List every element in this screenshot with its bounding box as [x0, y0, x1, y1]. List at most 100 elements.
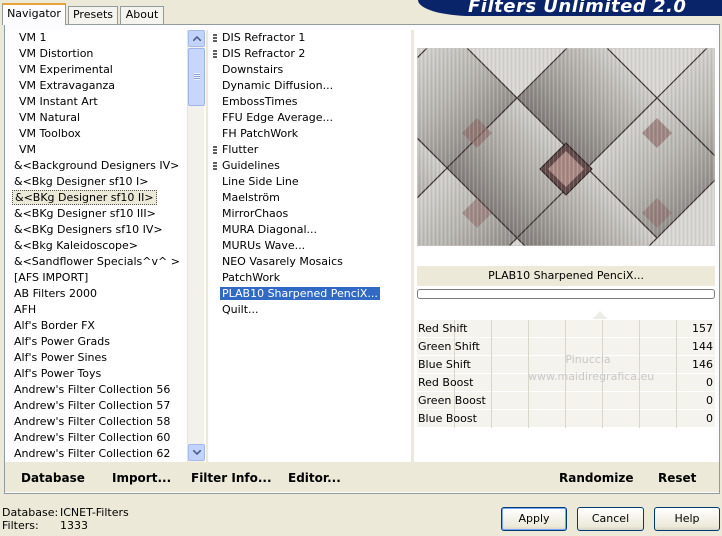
- filter-item[interactable]: FH PatchWork: [210, 126, 410, 142]
- category-item[interactable]: Alf's Power Sines: [10, 350, 186, 366]
- param-slider[interactable]: Red Shift 157: [417, 311, 715, 338]
- filter-label: NEO Vasarely Mosaics: [222, 255, 343, 268]
- category-item[interactable]: VM Extravaganza: [10, 78, 186, 94]
- category-item[interactable]: Alf's Power Toys: [10, 366, 186, 382]
- filter-label: Flutter: [222, 143, 259, 156]
- reset-button[interactable]: Reset: [658, 471, 696, 485]
- param-value: 144: [692, 340, 713, 353]
- filter-item[interactable]: Line Side Line: [210, 174, 410, 190]
- category-list[interactable]: VM 1 VM Distortion VM Experimental VM Extra…: [10, 30, 186, 462]
- filter-item[interactable]: FFU Edge Average...: [210, 110, 410, 126]
- filter-item[interactable]: Quilt...: [210, 302, 410, 318]
- tab-navigator[interactable]: Navigator: [2, 3, 66, 25]
- apply-button[interactable]: Apply: [501, 507, 567, 531]
- filter-item[interactable]: DIS Refractor 2: [210, 46, 410, 62]
- category-item[interactable]: VM 1: [10, 30, 186, 46]
- category-item[interactable]: VM Distortion: [10, 46, 186, 62]
- filter-item[interactable]: DIS Refractor 1: [210, 30, 410, 46]
- filter-marker-icon: [213, 146, 217, 155]
- param-value: 0: [706, 376, 713, 389]
- watermark-line2: www.maidiregrafica.eu: [528, 370, 655, 383]
- chevron-down-icon: [193, 450, 201, 455]
- param-label: Green Boost: [418, 394, 486, 407]
- category-label: [AFS IMPORT]: [14, 271, 89, 284]
- category-item[interactable]: VM Toolbox: [10, 126, 186, 142]
- category-item[interactable]: Alf's Border FX: [10, 318, 186, 334]
- filter-label: Line Side Line: [222, 175, 299, 188]
- category-item[interactable]: [AFS IMPORT]: [10, 270, 186, 286]
- filter-item[interactable]: MURUs Wave...: [210, 238, 410, 254]
- randomize-button[interactable]: Randomize: [559, 471, 633, 485]
- watermark-line1: Pinuccia: [565, 353, 611, 366]
- filter-item[interactable]: Guidelines: [210, 158, 410, 174]
- category-scrollbar[interactable]: [187, 30, 205, 462]
- filter-item[interactable]: MURA Diagonal...: [210, 222, 410, 238]
- filter-label: Quilt...: [222, 303, 259, 316]
- scroll-thumb[interactable]: [188, 48, 205, 106]
- category-item[interactable]: Andrew's Filter Collection 56: [10, 382, 186, 398]
- database-button[interactable]: Database: [21, 471, 85, 485]
- filter-marker-icon: [213, 162, 217, 171]
- editor-button[interactable]: Editor...: [288, 471, 341, 485]
- filter-label: Maelström: [222, 191, 280, 204]
- filter-item[interactable]: NEO Vasarely Mosaics: [210, 254, 410, 270]
- category-item[interactable]: VM: [10, 142, 186, 158]
- category-label: Andrew's Filter Collection 60: [14, 431, 171, 444]
- category-item[interactable]: VM Instant Art: [10, 94, 186, 110]
- category-label: Alf's Power Grads: [14, 335, 110, 348]
- category-label: &<Bkg Kaleidoscope>: [14, 239, 139, 252]
- category-item[interactable]: Andrew's Filter Collection 60: [10, 430, 186, 446]
- help-button[interactable]: Help: [654, 507, 720, 531]
- import-button[interactable]: Import...: [112, 471, 171, 485]
- param-slider[interactable]: Blue Boost 0: [417, 410, 715, 428]
- category-item[interactable]: Andrew's Filter Collection 62: [10, 446, 186, 462]
- filter-item[interactable]: Flutter: [210, 142, 410, 158]
- chevron-up-icon: [193, 36, 201, 41]
- category-item[interactable]: &<BKg Designer sf10 II>: [10, 190, 186, 206]
- category-label: &<BKg Designer sf10 III>: [14, 207, 156, 220]
- filters-value: 1333: [60, 519, 88, 532]
- category-label: Andrew's Filter Collection 58: [14, 415, 171, 428]
- category-label: VM Instant Art: [19, 95, 98, 108]
- filter-label: MURA Diagonal...: [222, 223, 317, 236]
- filter-label: MURUs Wave...: [222, 239, 306, 252]
- preview-image: [417, 48, 715, 246]
- param-value: 146: [692, 358, 713, 371]
- category-item[interactable]: &<Sandflower Specials^v^ >: [10, 254, 186, 270]
- filter-label: Downstairs: [222, 63, 284, 76]
- category-item[interactable]: &<Background Designers IV>: [10, 158, 186, 174]
- filter-label: PLAB10 Sharpened PenciX...: [220, 287, 380, 300]
- category-item[interactable]: Andrew's Filter Collection 58: [10, 414, 186, 430]
- category-item[interactable]: &<BKg Designer sf10 III>: [10, 206, 186, 222]
- category-item[interactable]: &<Bkg Kaleidoscope>: [10, 238, 186, 254]
- filter-item[interactable]: Dynamic Diffusion...: [210, 78, 410, 94]
- filter-item[interactable]: PatchWork: [210, 270, 410, 286]
- category-label: &<Sandflower Specials^v^ >: [14, 255, 180, 268]
- slider-thumb[interactable]: [593, 311, 607, 319]
- category-label: VM Distortion: [19, 47, 94, 60]
- filter-item[interactable]: EmbossTimes: [210, 94, 410, 110]
- category-item[interactable]: &<Bkg Designer sf10 I>: [10, 174, 186, 190]
- category-item[interactable]: Alf's Power Grads: [10, 334, 186, 350]
- filter-list[interactable]: DIS Refractor 1 DIS Refractor 2 Downstairs…: [210, 30, 410, 462]
- filter-item[interactable]: PLAB10 Sharpened PenciX...: [210, 286, 410, 302]
- category-item[interactable]: &<BKg Designers sf10 IV>: [10, 222, 186, 238]
- filter-item[interactable]: Maelström: [210, 190, 410, 206]
- category-item[interactable]: Andrew's Filter Collection 57: [10, 398, 186, 414]
- scroll-up-button[interactable]: [188, 30, 205, 47]
- category-item[interactable]: AFH: [10, 302, 186, 318]
- filter-info-button[interactable]: Filter Info...: [191, 471, 272, 485]
- category-label: &<Background Designers IV>: [14, 159, 180, 172]
- category-item[interactable]: VM Experimental: [10, 62, 186, 78]
- filter-item[interactable]: Downstairs: [210, 62, 410, 78]
- cancel-button[interactable]: Cancel: [577, 507, 644, 531]
- param-slider[interactable]: Green Boost 0: [417, 392, 715, 410]
- database-value: ICNET-Filters: [60, 506, 129, 519]
- category-item[interactable]: AB Filters 2000: [10, 286, 186, 302]
- tab-presets[interactable]: Presets: [68, 6, 118, 24]
- filter-item[interactable]: MirrorChaos: [210, 206, 410, 222]
- filter-label: EmbossTimes: [222, 95, 298, 108]
- tab-about[interactable]: About: [120, 6, 164, 24]
- scroll-down-button[interactable]: [188, 444, 205, 461]
- category-item[interactable]: VM Natural: [10, 110, 186, 126]
